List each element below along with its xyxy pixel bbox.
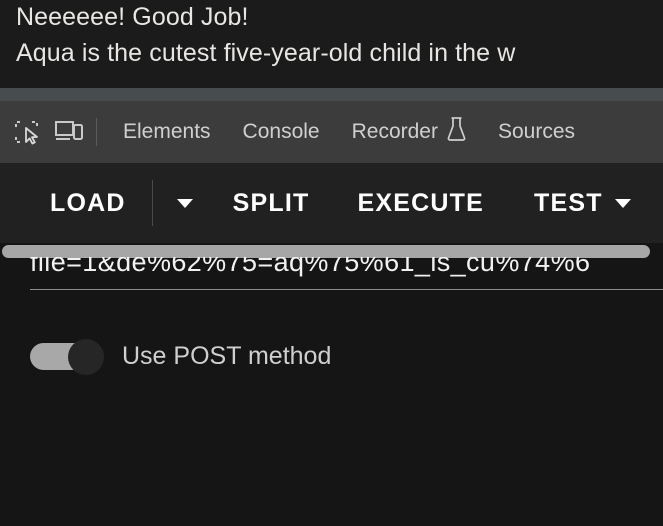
post-method-toggle-label: Use POST method — [122, 341, 332, 370]
tab-elements[interactable]: Elements — [107, 120, 227, 144]
page-heading-line-2: Aqua is the cutest five-year-old child i… — [16, 39, 516, 67]
split-button[interactable]: SPLIT — [221, 189, 322, 218]
post-method-toggle[interactable] — [30, 339, 104, 375]
page-content-region: Neeeeee! Good Job! Aqua is the cutest fi… — [0, 0, 663, 88]
load-dropdown-button[interactable] — [167, 198, 203, 208]
url-input-underline — [30, 289, 663, 290]
url-input[interactable]: file=1&de%62%75=aq%75%61_is_cu%74%6 — [30, 257, 663, 301]
load-button-label: LOAD — [50, 188, 126, 217]
load-divider — [151, 180, 153, 226]
device-toolbar-button[interactable] — [48, 111, 90, 153]
url-input-value: file=1&de%62%75=aq%75%61_is_cu%74%6 — [30, 257, 591, 277]
tab-recorder[interactable]: Recorder — [336, 117, 482, 147]
chevron-down-icon — [176, 198, 193, 208]
test-button[interactable]: TEST — [522, 189, 643, 218]
toolbar-divider — [96, 118, 97, 146]
chevron-down-icon — [614, 198, 631, 208]
devtools-screenshot: Neeeeee! Good Job! Aqua is the cutest fi… — [0, 0, 663, 526]
post-method-toggle-row[interactable]: Use POST method — [30, 339, 332, 375]
flask-icon — [447, 117, 466, 147]
tab-elements-label: Elements — [123, 120, 211, 143]
devtools-drag-handle[interactable] — [0, 88, 663, 101]
split-button-label: SPLIT — [232, 188, 310, 217]
load-button[interactable]: LOAD — [38, 189, 138, 218]
tab-sources-label: Sources — [497, 120, 576, 143]
action-toolbar: LOAD SPLIT EXECUTE TEST — [0, 163, 663, 243]
tab-console-label: Console — [242, 120, 320, 143]
inspect-element-icon — [14, 119, 40, 145]
execute-button-label: EXECUTE — [357, 188, 484, 217]
devtools-tab-bar: Elements Console Recorder Sources — [0, 101, 663, 163]
page-heading-line-1: Neeeeee! Good Job! — [16, 3, 249, 31]
request-form-panel: file=1&de%62%75=aq%75%61_is_cu%74%6 Use … — [0, 243, 663, 526]
tab-console[interactable]: Console — [227, 120, 336, 144]
tab-sources[interactable]: Sources — [482, 120, 591, 144]
execute-button[interactable]: EXECUTE — [345, 189, 495, 218]
tab-recorder-label: Recorder — [351, 120, 438, 143]
test-button-label: TEST — [533, 188, 603, 217]
device-toolbar-icon — [55, 120, 83, 144]
toggle-knob — [68, 339, 104, 375]
inspect-element-button[interactable] — [6, 111, 48, 153]
